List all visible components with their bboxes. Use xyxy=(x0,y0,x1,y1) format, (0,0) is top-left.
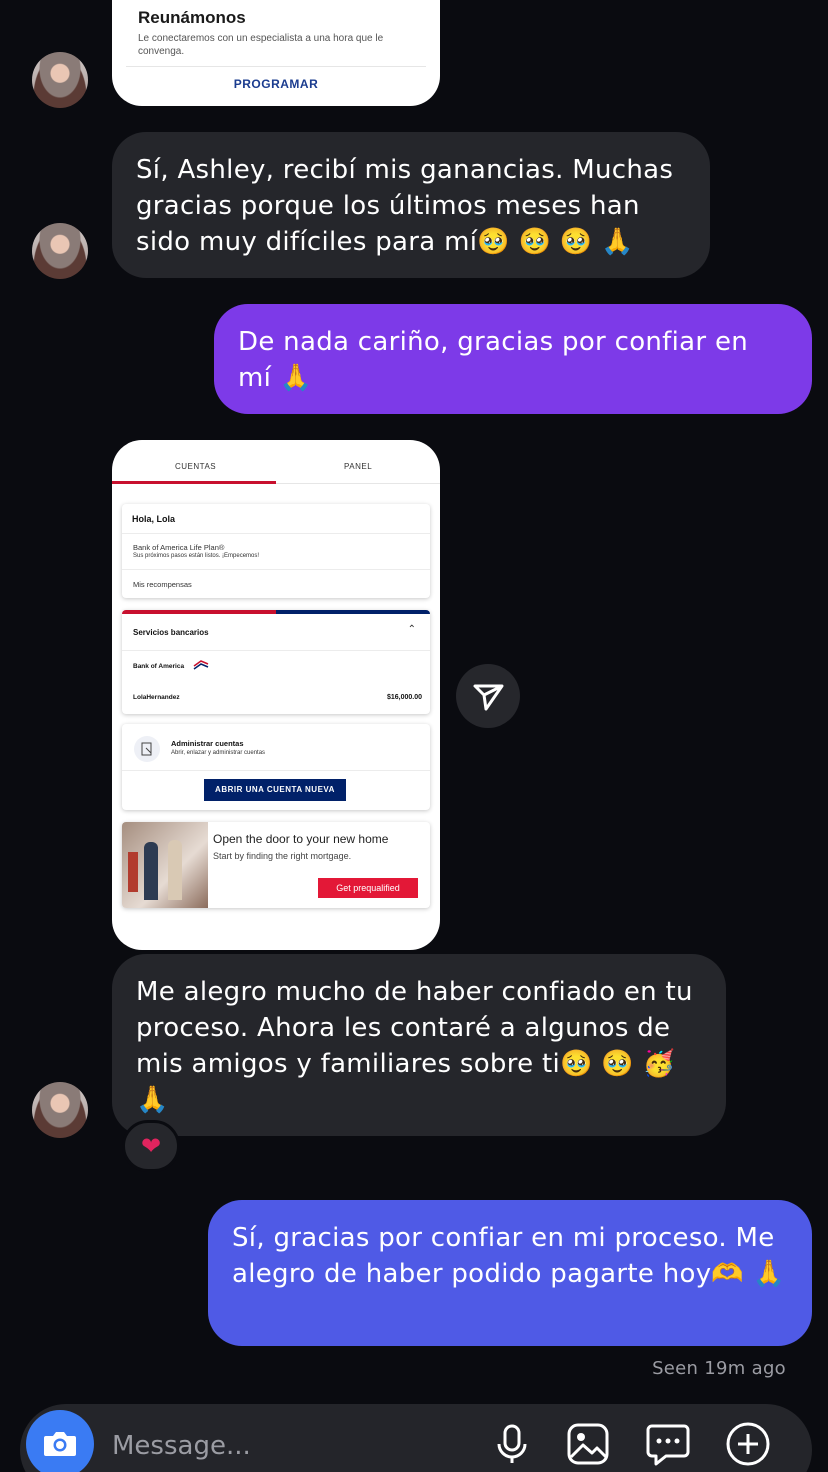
chat-button[interactable] xyxy=(644,1420,692,1468)
manage-subtitle: Abrir, enlazar y administrar cuentas xyxy=(171,750,266,756)
divider xyxy=(122,770,430,771)
banking-header: Servicios bancarios xyxy=(133,628,209,637)
gallery-button[interactable] xyxy=(564,1420,612,1468)
microphone-button[interactable] xyxy=(488,1420,536,1468)
banking-panel: Servicios bancarios ⌃ Bank of America Lo… xyxy=(122,610,430,714)
add-button[interactable] xyxy=(724,1420,772,1468)
accent-bar-navy xyxy=(276,610,430,614)
greeting: Hola, Lola xyxy=(132,514,176,524)
message-bubble-incoming[interactable]: Sí, Ashley, recibí mis ganancias. Muchas… xyxy=(112,132,710,278)
schedule-card: Reunámonos Le conectaremos con un especi… xyxy=(112,0,440,106)
tab-cuentas: CUENTAS xyxy=(175,462,217,471)
rewards-link: Mis recompensas xyxy=(133,580,192,589)
divider xyxy=(122,569,430,570)
accent-bar-red xyxy=(122,610,276,614)
message-bubble-outgoing[interactable]: De nada cariño, gracias por confiar en m… xyxy=(214,304,812,414)
microphone-icon xyxy=(497,1424,527,1463)
life-plan-title: Bank of America Life Plan® xyxy=(133,543,225,552)
open-account-button: ABRIR UNA CUENTA NUEVA xyxy=(204,779,346,801)
reaction-heart[interactable]: ❤ xyxy=(122,1120,180,1172)
message-text: Me alegro mucho de haber confiado en tu … xyxy=(136,977,702,1115)
life-plan-subtitle: Sus próximos pasos están listos. ¡Empece… xyxy=(133,553,260,559)
bank-logo-icon xyxy=(193,660,209,670)
seen-status: Seen 19m ago xyxy=(652,1358,786,1379)
avatar[interactable] xyxy=(32,52,88,108)
account-balance: $16,000.00 xyxy=(386,694,422,701)
schedule-card-title: Reunámonos xyxy=(138,8,246,27)
promo-subtitle: Start by finding the right mortgage. xyxy=(213,851,352,861)
message-text: De nada cariño, gracias por confiar en m… xyxy=(238,327,757,393)
send-icon xyxy=(473,684,504,711)
message-text: Sí, Ashley, recibí mis ganancias. Muchas… xyxy=(136,155,682,257)
schedule-card-description: Le conectaremos con un especialista a un… xyxy=(138,33,384,57)
plus-icon xyxy=(726,1422,770,1466)
promo-image xyxy=(122,822,208,908)
message-text: Sí, gracias por confiar en mi proceso. M… xyxy=(232,1223,786,1289)
mortgage-promo: Open the door to your new home Start by … xyxy=(122,822,430,908)
camera-icon xyxy=(44,1432,76,1456)
camera-button[interactable] xyxy=(26,1410,94,1472)
chevron-up-icon: ⌃ xyxy=(407,624,416,635)
bank-name: Bank of America xyxy=(133,663,185,670)
chat-bubble-icon xyxy=(646,1424,690,1466)
accounts-icon xyxy=(134,736,160,762)
promo-title: Open the door to your new home xyxy=(213,832,389,846)
account-name: LolaHernandez xyxy=(133,694,180,701)
divider xyxy=(126,66,426,67)
message-bubble-outgoing[interactable]: Sí, gracias por confiar en mi proceso. M… xyxy=(208,1200,812,1346)
prequalify-button: Get prequalified xyxy=(318,878,418,898)
manage-title: Administrar cuentas xyxy=(171,739,244,748)
divider xyxy=(122,650,430,651)
avatar[interactable] xyxy=(32,1082,88,1138)
avatar[interactable] xyxy=(32,223,88,279)
greeting-panel: Hola, Lola Bank of America Life Plan® Su… xyxy=(122,504,430,598)
divider xyxy=(122,533,430,534)
heart-icon: ❤ xyxy=(140,1132,162,1160)
share-button[interactable] xyxy=(456,664,520,728)
shared-screenshot[interactable]: CUENTAS PANEL Hola, Lola Bank of America… xyxy=(112,440,440,950)
gallery-icon xyxy=(567,1423,609,1465)
manage-accounts-panel: Administrar cuentas Abrir, enlazar y adm… xyxy=(122,724,430,810)
tab-panel: PANEL xyxy=(344,462,373,471)
message-input[interactable] xyxy=(112,1428,472,1464)
message-bubble-incoming[interactable]: Me alegro mucho de haber confiado en tu … xyxy=(112,954,726,1136)
active-tab-indicator xyxy=(112,481,276,484)
schedule-button[interactable]: PROGRAMAR xyxy=(112,77,440,91)
screenshot-tabs: CUENTAS PANEL xyxy=(112,440,440,484)
